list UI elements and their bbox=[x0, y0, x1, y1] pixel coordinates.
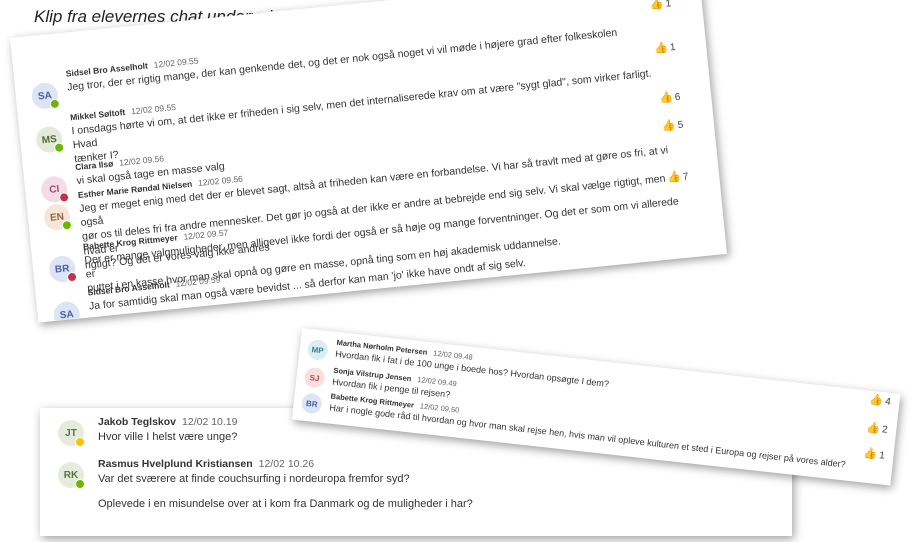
message-timestamp: 12/02 10.19 bbox=[182, 416, 238, 428]
message-text-line bbox=[98, 487, 752, 497]
presence-status-icon bbox=[58, 191, 70, 203]
presence-status-icon bbox=[66, 271, 78, 283]
avatar[interactable]: SJ bbox=[303, 366, 326, 389]
reaction-count: 6 bbox=[674, 91, 682, 104]
chat-clip-card-1: 👍1 SASidsel Bro Asselholt12/02 09.55Jeg … bbox=[10, 0, 727, 323]
avatar-initials: JT bbox=[65, 427, 77, 439]
thumbs-up-icon: 👍 bbox=[649, 0, 665, 12]
reaction-badge[interactable]: 👍5 bbox=[661, 118, 684, 133]
reaction-badge[interactable]: 👍1 bbox=[863, 446, 886, 461]
thumbs-up-icon: 👍 bbox=[868, 393, 884, 408]
avatar[interactable]: SA bbox=[52, 300, 83, 323]
message-timestamp: 12/02 10.26 bbox=[258, 458, 315, 470]
reaction-count: 5 bbox=[677, 119, 684, 132]
avatar[interactable]: MP bbox=[306, 338, 329, 361]
avatar-initials: BR bbox=[305, 398, 319, 409]
reaction-badge[interactable]: 👍1 bbox=[654, 40, 676, 55]
reaction-badge[interactable]: 👍4 bbox=[869, 393, 892, 408]
reaction-badge[interactable]: 👍7 bbox=[667, 169, 689, 184]
avatar[interactable]: RK bbox=[58, 462, 85, 489]
thumbs-up-icon: 👍 bbox=[653, 41, 669, 56]
thumbs-up-icon: 👍 bbox=[666, 171, 682, 185]
presence-status-icon bbox=[71, 317, 83, 323]
message-text-line: Oplevede i en misundelse over at i kom f… bbox=[98, 497, 473, 510]
reaction-badge[interactable]: 👍1 bbox=[649, 0, 671, 11]
avatar[interactable]: CI bbox=[40, 175, 70, 204]
avatar[interactable]: MS bbox=[35, 125, 65, 154]
reaction-count: 7 bbox=[682, 171, 689, 183]
avatar-initials: CI bbox=[48, 183, 60, 196]
message-author[interactable]: Rasmus Hvelplund Kristiansen bbox=[98, 458, 253, 470]
reaction-count: 1 bbox=[878, 450, 886, 462]
avatar[interactable]: EN bbox=[42, 202, 73, 232]
presence-status-icon bbox=[61, 219, 73, 231]
presence-status-icon bbox=[49, 98, 61, 110]
reaction-count: 2 bbox=[881, 424, 889, 436]
thumbs-up-icon: 👍 bbox=[862, 447, 878, 461]
reaction-count: 1 bbox=[665, 0, 672, 10]
avatar-initials: MP bbox=[311, 344, 325, 355]
avatar-initials: RK bbox=[63, 469, 79, 481]
thumbs-up-icon: 👍 bbox=[658, 91, 674, 105]
presence-status-icon bbox=[53, 142, 65, 154]
message-text-line: Var det sværere at finde couchsurfing i … bbox=[98, 473, 410, 485]
reaction-count: 4 bbox=[884, 396, 892, 409]
avatar-initials: SJ bbox=[309, 372, 320, 383]
thumbs-up-icon: 👍 bbox=[661, 119, 677, 133]
reaction-badge[interactable]: 👍6 bbox=[658, 90, 682, 105]
presence-status-icon bbox=[75, 479, 85, 489]
avatar[interactable]: BR bbox=[47, 254, 78, 284]
reaction-badge[interactable]: 👍2 bbox=[866, 421, 889, 436]
avatar[interactable]: BR bbox=[300, 392, 323, 415]
thumbs-up-icon: 👍 bbox=[865, 421, 881, 436]
avatar[interactable]: SA bbox=[30, 81, 61, 111]
reaction-count: 1 bbox=[669, 41, 677, 54]
avatar[interactable]: JT bbox=[58, 420, 85, 447]
message-author[interactable]: Jakob Teglskov bbox=[98, 416, 176, 428]
presence-status-icon bbox=[75, 437, 85, 447]
